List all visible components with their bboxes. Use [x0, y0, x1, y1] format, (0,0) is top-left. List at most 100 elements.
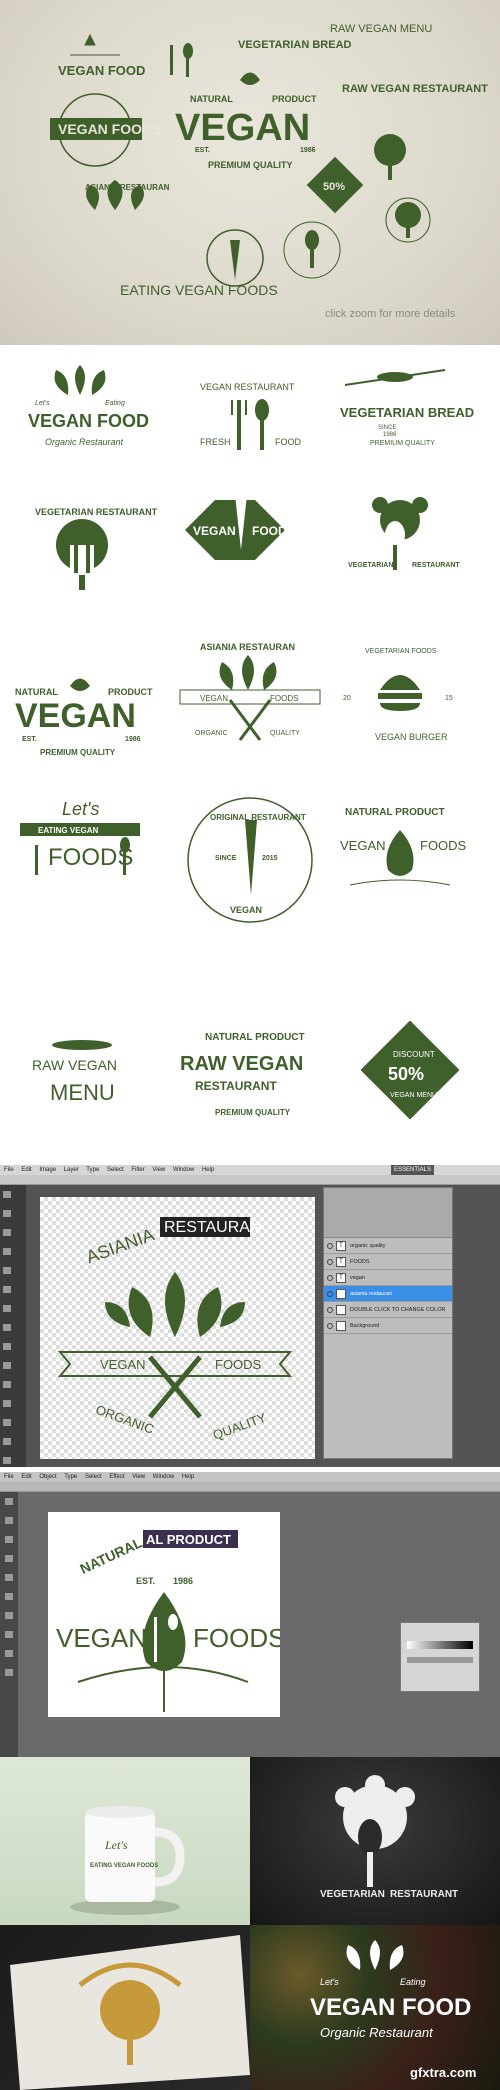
ai-menu-select[interactable]: Select: [85, 1474, 102, 1480]
foil-art: [10, 1935, 250, 2090]
ps-tool-gradient[interactable]: [3, 1400, 11, 1407]
svg-text:FRESH: FRESH: [200, 437, 231, 447]
ai-tool-scale[interactable]: [5, 1669, 13, 1676]
svg-text:VEGETARIAN FOODS: VEGETARIAN FOODS: [365, 648, 437, 655]
ps-tool-pen[interactable]: [3, 1438, 11, 1445]
ps-tool-text[interactable]: [3, 1419, 11, 1426]
ai-menubar: File Edit Object Type Select Effect View…: [0, 1472, 500, 1482]
badge-raw-vegan-menu: RAW VEGAN MENU: [330, 23, 432, 35]
ps-layer-row[interactable]: DOUBLE CLICK TO CHANGE COLOR: [324, 1302, 452, 1318]
ps-options-bar: [0, 1175, 500, 1185]
ps-tool-eraser[interactable]: [3, 1381, 11, 1388]
ps-layer-row[interactable]: Background: [324, 1318, 452, 1334]
ps-menu-edit[interactable]: Edit: [21, 1167, 31, 1173]
ps-menu-select[interactable]: Select: [107, 1167, 124, 1173]
eye-icon[interactable]: [327, 1243, 333, 1249]
ai-menu-effect[interactable]: Effect: [109, 1474, 124, 1480]
ps-menu-help[interactable]: Help: [202, 1167, 214, 1173]
ps-layer-row[interactable]: T FOODS: [324, 1254, 452, 1270]
ai-tool-line[interactable]: [5, 1574, 13, 1581]
ai-artboard[interactable]: NATURAL AL PRODUCT EST. 1986 VEGAN FOODS: [48, 1512, 280, 1717]
svg-text:VEGAN: VEGAN: [200, 694, 228, 703]
ps-tool-wand[interactable]: [3, 1248, 11, 1255]
ai-menu-window[interactable]: Window: [153, 1474, 174, 1480]
svg-text:VEGETARIAN BREAD: VEGETARIAN BREAD: [340, 405, 474, 420]
badge-eating: EATING VEGAN FOODS: [120, 282, 278, 298]
logo-grid: Let's Eating VEGAN FOOD Organic Restaura…: [0, 345, 500, 1165]
ai-tool-selection[interactable]: [5, 1498, 13, 1505]
svg-text:ORIGINAL RESTAURANT: ORIGINAL RESTAURANT: [210, 813, 306, 822]
ai-menu-file[interactable]: File: [4, 1474, 14, 1480]
layer-thumbnail: T: [336, 1289, 346, 1299]
ps-tool-crop[interactable]: [3, 1267, 11, 1274]
mug-mockup: Let's EATING VEGAN FOODS: [0, 1757, 250, 1925]
ps-menu-window[interactable]: Window: [173, 1167, 194, 1173]
svg-text:VEGAN: VEGAN: [230, 905, 262, 915]
ps-layer-row[interactable]: Tvegan: [324, 1270, 452, 1286]
ps-layer-row[interactable]: Tasiania restauran: [324, 1286, 452, 1302]
ps-menu-layer[interactable]: Layer: [64, 1167, 79, 1173]
ps-workspace-switcher[interactable]: ESSENTIALS: [390, 1165, 434, 1175]
ps-tool-lasso[interactable]: [3, 1229, 11, 1236]
ai-toolbox: [0, 1492, 18, 1757]
svg-text:PREMIUM QUALITY: PREMIUM QUALITY: [370, 440, 435, 447]
svg-text:SINCE: SINCE: [215, 855, 237, 862]
layer-name: vegan: [350, 1275, 365, 1281]
ai-menu-view[interactable]: View: [132, 1474, 145, 1480]
ps-tool-hand[interactable]: [3, 1457, 11, 1464]
ai-tool-rotate[interactable]: [5, 1650, 13, 1657]
ps-tool-heal[interactable]: [3, 1305, 11, 1312]
ps-menu-image[interactable]: Image: [39, 1167, 56, 1173]
logo-original-restaurant: ORIGINAL RESTAURANT SINCE 2015 VEGAN: [187, 797, 313, 923]
eye-icon[interactable]: [327, 1275, 333, 1281]
ai-tool-pen[interactable]: [5, 1536, 13, 1543]
ps-layer-row[interactable]: Torganic quality: [324, 1238, 452, 1254]
ai-tool-direct[interactable]: [5, 1517, 13, 1524]
layer-name: Background: [350, 1323, 380, 1329]
eye-icon[interactable]: [327, 1259, 333, 1265]
ps-tool-brush[interactable]: [3, 1324, 11, 1331]
ps-tool-move[interactable]: [3, 1191, 11, 1198]
ai-menu-help[interactable]: Help: [182, 1474, 194, 1480]
ps-tool-marquee[interactable]: [3, 1210, 11, 1217]
hero-preview: VEGAN FOOD VEGETARIAN BREAD RAW VEGAN ME…: [0, 0, 500, 345]
ps-menu-file[interactable]: File: [4, 1167, 14, 1173]
hero-vegan-title: VEGAN: [175, 107, 310, 149]
ai-menu-type[interactable]: Type: [64, 1474, 77, 1480]
ps-tool-eyedropper[interactable]: [3, 1286, 11, 1293]
ai-menu-edit[interactable]: Edit: [21, 1474, 31, 1480]
badge-asiania: ASIANIA RESTAURAN: [85, 183, 170, 192]
svg-text:1986: 1986: [300, 147, 316, 154]
ai-tool-pencil[interactable]: [5, 1631, 13, 1638]
ps-tool-history[interactable]: [3, 1362, 11, 1369]
ai-tool-type[interactable]: [5, 1555, 13, 1562]
ai-gradient-angle[interactable]: [407, 1657, 473, 1663]
ai-menu-object[interactable]: Object: [39, 1474, 56, 1480]
svg-text:1986: 1986: [383, 432, 397, 438]
svg-text:EST.: EST.: [136, 1576, 155, 1586]
svg-text:EATING VEGAN FOODS: EATING VEGAN FOODS: [90, 1863, 158, 1869]
ps-tool-stamp[interactable]: [3, 1343, 11, 1350]
svg-text:PREMIUM QUALITY: PREMIUM QUALITY: [208, 160, 293, 170]
ai-tool-rect[interactable]: [5, 1593, 13, 1600]
svg-text:1986: 1986: [173, 1576, 193, 1586]
ps-menu-view[interactable]: View: [152, 1167, 165, 1173]
svg-text:DISCOUNT: DISCOUNT: [393, 1050, 435, 1059]
ps-canvas[interactable]: ASIANIA RESTAURAN VEGAN FOODS ORGANIC QU…: [40, 1197, 315, 1459]
eye-icon[interactable]: [327, 1323, 333, 1329]
svg-text:VEGAN BURGER: VEGAN BURGER: [375, 732, 448, 742]
logo-vegan-foods-carrot: VEGAN FOODS: [185, 495, 295, 560]
logo-vegan-burger: VEGETARIAN FOODS 20 15 VEGAN BURGER: [343, 648, 453, 742]
ps-toolbox: [0, 1185, 26, 1467]
ps-menu-type[interactable]: Type: [86, 1167, 99, 1173]
ai-gradient-slider[interactable]: [407, 1641, 473, 1649]
svg-text:VEGETARIAN RESTAURANT: VEGETARIAN RESTAURANT: [35, 507, 158, 517]
svg-text:Let's: Let's: [320, 1977, 339, 1987]
logo-lets-eating-vegan-food: Let's Eating VEGAN FOOD Organic Restaura…: [28, 365, 149, 447]
ps-menu-filter[interactable]: Filter: [131, 1167, 144, 1173]
eye-icon[interactable]: [327, 1291, 333, 1297]
eye-icon[interactable]: [327, 1307, 333, 1313]
svg-text:NATURAL PRODUCT: NATURAL PRODUCT: [345, 807, 445, 818]
ai-tool-brush[interactable]: [5, 1612, 13, 1619]
layer-name: DOUBLE CLICK TO CHANGE COLOR: [350, 1307, 446, 1313]
